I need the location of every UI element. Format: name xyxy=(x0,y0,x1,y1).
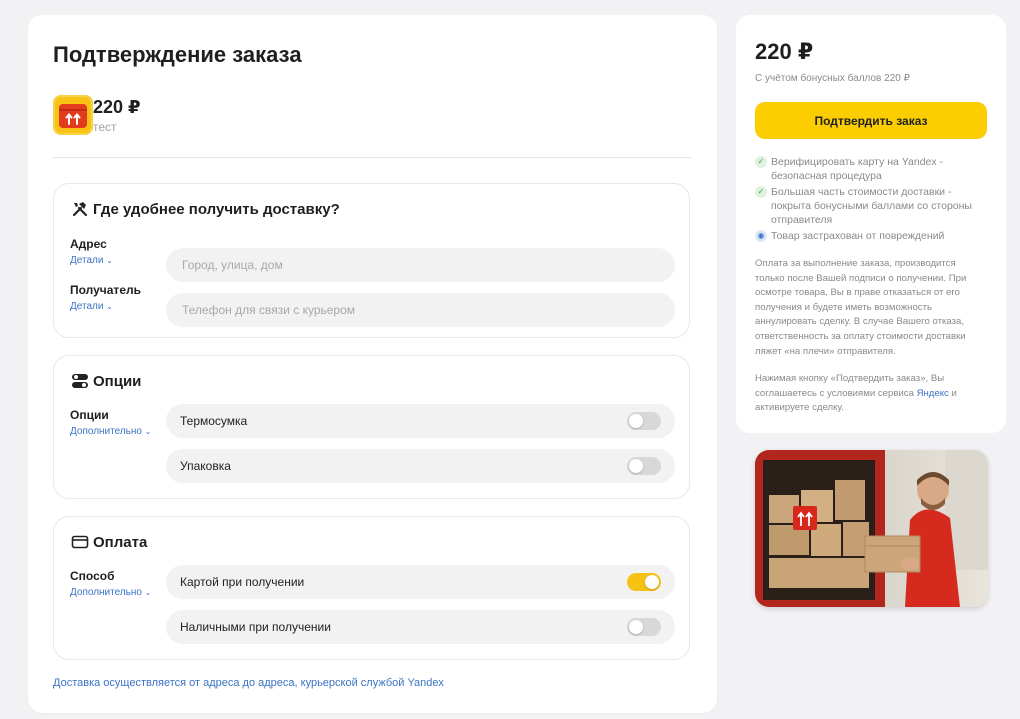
payment-heading-text: Оплата xyxy=(93,533,148,551)
option-label: Термосумка xyxy=(180,414,248,428)
divider xyxy=(53,157,691,158)
product-name: тест xyxy=(93,120,117,134)
address-label: Адрес xyxy=(70,237,107,251)
product-price: 220 ₽ xyxy=(93,97,141,117)
box-icon xyxy=(59,104,87,128)
options-label: Опции xyxy=(70,408,109,422)
chevron-down-icon: ⌄ xyxy=(144,427,152,436)
delivery-heading: Где удобнее получить доставку? xyxy=(71,200,340,218)
payment-row[interactable]: Наличными при получении xyxy=(166,610,675,644)
options-more-link[interactable]: Дополнительно ⌄ xyxy=(70,426,151,437)
card-icon xyxy=(71,535,89,549)
summary-card: 220 ₽ С учётом бонусных баллов 220 ₽ Под… xyxy=(736,15,1006,433)
cash-payment-toggle[interactable] xyxy=(627,618,661,636)
recipient-label: Получатель xyxy=(70,283,141,297)
delivery-info-link[interactable]: Доставка осуществляется от адреса до адр… xyxy=(53,677,444,689)
product-thumbnail xyxy=(53,95,93,135)
terms-note: Нажимая кнопку «Подтвердить заказ», Вы с… xyxy=(755,373,957,414)
list-item: ✓ Верифицировать карту на Yandex - безоп… xyxy=(755,155,987,183)
bonus-note: С учётом бонусных баллов 220 ₽ xyxy=(755,73,910,84)
payment-label-group: Способ Дополнительно ⌄ xyxy=(70,569,151,598)
payment-option-label: Картой при получении xyxy=(180,575,305,589)
total-price: 220 ₽ xyxy=(755,39,814,64)
check-icon: ✓ xyxy=(755,156,767,168)
options-label-group: Опции Дополнительно ⌄ xyxy=(70,408,151,437)
address-field[interactable] xyxy=(166,248,675,282)
payment-method-label: Способ xyxy=(70,569,115,583)
shield-icon: ◉ xyxy=(755,230,767,242)
options-heading-text: Опции xyxy=(93,372,142,390)
payment-section: Оплата Способ Дополнительно ⌄ Картой при… xyxy=(53,516,690,660)
packaging-toggle[interactable] xyxy=(627,457,661,475)
yandex-link[interactable]: Яндекс xyxy=(917,388,949,399)
toggles-icon xyxy=(72,374,88,388)
recipient-field[interactable] xyxy=(166,293,675,327)
recipient-details-link[interactable]: Детали ⌄ xyxy=(70,301,141,312)
option-label: Упаковка xyxy=(180,459,231,473)
confirm-order-button[interactable]: Подтвердить заказ xyxy=(755,102,987,139)
tools-icon xyxy=(72,202,88,217)
list-item: ◉ Товар застрахован от повреждений xyxy=(755,229,987,243)
list-item: ✓ Большая часть стоимости доставки - пок… xyxy=(755,185,987,227)
options-heading: Опции xyxy=(71,372,141,390)
chevron-down-icon: ⌄ xyxy=(106,302,113,311)
address-label-group: Адрес Детали ⌄ xyxy=(70,237,113,266)
option-row[interactable]: Термосумка xyxy=(166,404,675,438)
option-row[interactable]: Упаковка xyxy=(166,449,675,483)
order-card: Подтверждение заказа 220 ₽ тест Где удоб xyxy=(28,15,717,713)
courier-promo-image xyxy=(755,450,988,607)
delivery-section: Где удобнее получить доставку? Адрес Дет… xyxy=(53,183,690,338)
chevron-down-icon: ⌄ xyxy=(106,256,113,265)
card-payment-toggle[interactable] xyxy=(627,573,661,591)
address-input[interactable] xyxy=(180,257,661,273)
payment-heading: Оплата xyxy=(71,533,147,551)
benefits-list: ✓ Верифицировать карту на Yandex - безоп… xyxy=(755,155,987,245)
page-title: Подтверждение заказа xyxy=(53,42,302,67)
phone-input[interactable] xyxy=(180,302,661,318)
thermobag-toggle[interactable] xyxy=(627,412,661,430)
chevron-down-icon: ⌄ xyxy=(144,588,152,597)
options-section: Опции Опции Дополнительно ⌄ Термосумка У… xyxy=(53,355,690,499)
payment-row[interactable]: Картой при получении xyxy=(166,565,675,599)
check-icon: ✓ xyxy=(755,186,767,198)
product-summary: 220 ₽ тест xyxy=(53,95,141,139)
courier-illustration xyxy=(755,450,988,607)
address-details-link[interactable]: Детали ⌄ xyxy=(70,255,113,266)
payment-note: Оплата за выполнение заказа, производитс… xyxy=(755,258,967,357)
delivery-heading-text: Где удобнее получить доставку? xyxy=(93,200,340,218)
payment-more-link[interactable]: Дополнительно ⌄ xyxy=(70,587,151,598)
payment-option-label: Наличными при получении xyxy=(180,620,331,634)
recipient-label-group: Получатель Детали ⌄ xyxy=(70,283,141,312)
